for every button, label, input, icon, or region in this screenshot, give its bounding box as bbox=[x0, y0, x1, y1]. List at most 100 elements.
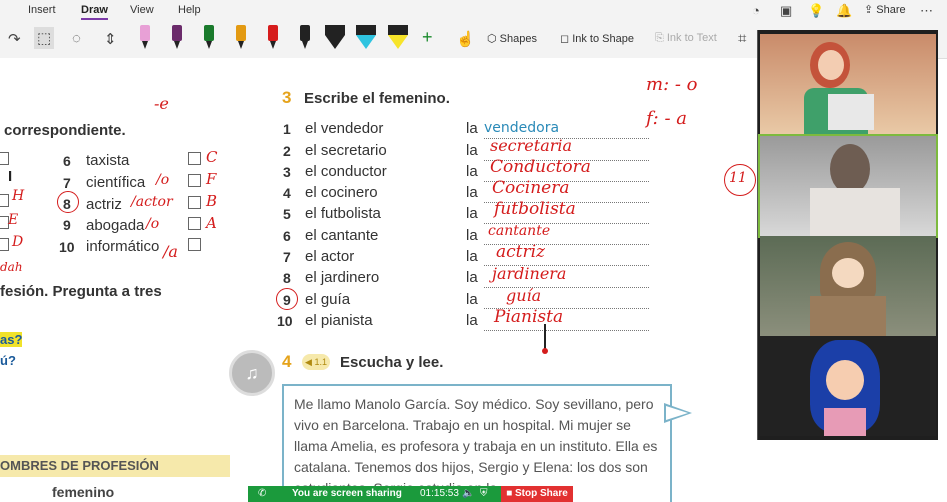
ex3-answer: actriz bbox=[496, 242, 546, 262]
note-o-1: /o bbox=[156, 172, 170, 188]
ribbon-tabs: Insert Draw View Help ◔ ▣ 💡 🔔 ⇪ Share ⋯ bbox=[0, 0, 947, 22]
item-number: 9 bbox=[63, 217, 71, 233]
stop-icon: ■ bbox=[506, 488, 516, 499]
ex3-num: 3 bbox=[283, 164, 291, 180]
item-word: taxista bbox=[86, 152, 130, 169]
item-number: 8 bbox=[63, 196, 71, 212]
checkbox-8[interactable] bbox=[188, 196, 201, 209]
stop-share-label: Stop Share bbox=[515, 488, 568, 499]
pen-cursor-dot bbox=[542, 348, 548, 354]
highlighter-yellow[interactable] bbox=[388, 25, 408, 51]
avatar-face bbox=[826, 360, 864, 400]
ex3-answer: jardinera bbox=[492, 264, 567, 283]
share-button[interactable]: ⇪ Share bbox=[864, 3, 906, 16]
ex3-article: la bbox=[466, 248, 478, 265]
answer-c: C bbox=[206, 148, 218, 166]
exercise-4-title: Escucha y lee. bbox=[340, 354, 444, 371]
pen-black[interactable] bbox=[300, 25, 310, 51]
video-tile-4[interactable] bbox=[760, 336, 936, 436]
stop-share-button[interactable]: ■ Stop Share bbox=[501, 486, 573, 502]
ex3-num: 5 bbox=[283, 206, 291, 222]
ex3-word: el jardinero bbox=[305, 269, 380, 286]
video-tile-3[interactable] bbox=[760, 236, 936, 336]
checkbox-left-4[interactable] bbox=[0, 238, 9, 251]
answer-line bbox=[484, 330, 649, 331]
more-options-icon[interactable]: ⋯ bbox=[920, 3, 933, 19]
phone-icon: ✆ bbox=[258, 488, 267, 499]
reading-box: Me llamo Manolo García. Soy médico. Soy … bbox=[282, 384, 672, 502]
exercise-3-title: Escribe el femenino. bbox=[304, 90, 450, 107]
checkbox-7[interactable] bbox=[188, 174, 201, 187]
tab-insert[interactable]: Insert bbox=[28, 4, 56, 16]
ink-to-text-button[interactable]: ⎘ Ink to Text bbox=[655, 32, 717, 45]
move-icon[interactable]: ⇕ bbox=[104, 30, 117, 48]
ex3-article: la bbox=[466, 184, 478, 201]
ex3-num: 4 bbox=[283, 185, 291, 201]
pen-green[interactable] bbox=[204, 25, 214, 51]
notebook-icon[interactable]: ▣ bbox=[780, 3, 792, 19]
highlighter-black[interactable] bbox=[325, 25, 345, 51]
pen-purple[interactable] bbox=[172, 25, 182, 51]
exercise-3-number: 3 bbox=[282, 88, 292, 107]
checkbox-left-2[interactable] bbox=[0, 194, 9, 207]
exercise-4-number: 4 bbox=[282, 352, 292, 371]
ex3-word: el cantante bbox=[305, 227, 379, 244]
profession-names-band: OMBRES DE PROFESIÓN bbox=[0, 455, 230, 477]
ex3-article: la bbox=[466, 205, 478, 222]
tab-help[interactable]: Help bbox=[178, 4, 201, 16]
checkbox-10[interactable] bbox=[188, 238, 201, 251]
checkbox-left-1[interactable] bbox=[0, 152, 9, 165]
tab-draw[interactable]: Draw bbox=[81, 4, 108, 20]
share-timer: 01:15:53 bbox=[420, 488, 459, 499]
mark-e: E bbox=[8, 212, 19, 228]
checkbox-6[interactable] bbox=[188, 152, 201, 165]
lightbulb-icon[interactable]: 💡 bbox=[808, 3, 824, 19]
shapes-icon: ⬡ bbox=[487, 33, 500, 45]
track-badge[interactable]: ◀ 1.1 bbox=[302, 354, 330, 370]
bell-icon[interactable]: 🔔 bbox=[836, 3, 852, 19]
pen-red[interactable] bbox=[268, 25, 278, 51]
mark-d: D bbox=[12, 234, 24, 250]
ex3-num: 2 bbox=[283, 143, 291, 159]
ex3-article: la bbox=[466, 163, 478, 180]
ex3-num: 6 bbox=[283, 228, 291, 244]
speaker-icon[interactable]: 🔈 bbox=[462, 488, 474, 499]
share-status: You are screen sharing bbox=[292, 488, 402, 499]
audio-play-button[interactable]: ♫ bbox=[229, 350, 275, 396]
note-masculine: m: - o bbox=[646, 74, 698, 95]
notebook-page: correspondiente. -e I H E D dah 6 taxist… bbox=[0, 58, 758, 502]
side-question-2: ú? bbox=[0, 353, 16, 368]
lasso-select-icon[interactable]: ⬚ bbox=[34, 27, 55, 49]
video-tile-2[interactable] bbox=[758, 134, 938, 238]
video-tile-1[interactable] bbox=[760, 34, 936, 134]
ink-to-math-icon[interactable]: ⌗ bbox=[738, 30, 746, 47]
ink-to-shape-button[interactable]: ◻ Ink to Shape bbox=[560, 32, 634, 45]
pen-pink[interactable] bbox=[140, 25, 150, 51]
track-number: 1.1 bbox=[314, 357, 327, 367]
catch-up-icon[interactable]: ◔ bbox=[752, 3, 760, 18]
left-heading: correspondiente. bbox=[4, 122, 126, 139]
speech-tail-inner bbox=[666, 406, 688, 420]
ex3-word: el vendedor bbox=[305, 120, 384, 137]
ex3-num: 9 bbox=[283, 292, 291, 308]
pen-orange[interactable] bbox=[236, 25, 246, 51]
answer-a: A bbox=[206, 214, 217, 232]
ink-to-text-label: Ink to Text bbox=[666, 32, 717, 44]
ex3-word: el conductor bbox=[305, 163, 387, 180]
note-feminine: f: - a bbox=[646, 108, 687, 129]
shapes-button[interactable]: ⬡ Shapes bbox=[487, 32, 537, 45]
redo-icon[interactable]: ↷ bbox=[8, 30, 21, 48]
add-pen-icon[interactable]: + bbox=[422, 27, 433, 48]
highlighter-cyan[interactable] bbox=[356, 25, 376, 51]
pen-cursor bbox=[544, 324, 546, 350]
checkbox-9[interactable] bbox=[188, 217, 201, 230]
ink-to-shape-label: Ink to Shape bbox=[572, 33, 634, 45]
tab-view[interactable]: View bbox=[130, 4, 154, 16]
item-number: 6 bbox=[63, 153, 71, 169]
add-space-icon[interactable]: ◌ bbox=[72, 30, 81, 47]
ex3-word: el actor bbox=[305, 248, 355, 265]
ex3-num: 8 bbox=[283, 270, 291, 286]
note-circled-number: 11 bbox=[729, 170, 747, 186]
ex3-article: la bbox=[466, 120, 478, 137]
touch-draw-icon[interactable]: ☝ bbox=[456, 30, 475, 48]
